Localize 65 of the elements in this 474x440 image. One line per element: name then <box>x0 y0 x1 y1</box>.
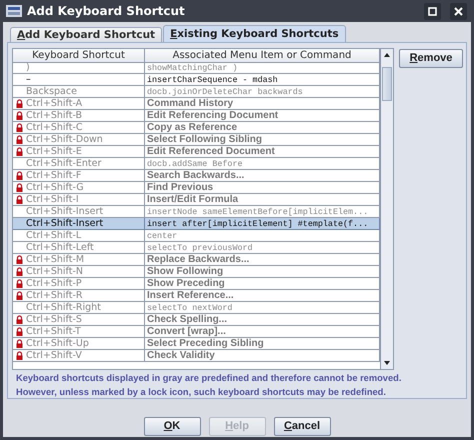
command-cell[interactable]: docb.addSame Before <box>145 158 380 170</box>
shortcut-cell[interactable]: Ctrl+Shift-P <box>13 278 145 290</box>
shortcut-cell[interactable]: Ctrl+Shift-N <box>13 266 145 278</box>
maximize-icon <box>428 6 437 16</box>
command-cell[interactable]: Check Validity <box>145 350 380 362</box>
close-icon <box>454 6 463 16</box>
shortcut-cell[interactable]: Ctrl+Shift-A <box>13 98 145 110</box>
column-header[interactable]: Associated Menu Item or Command <box>145 49 380 63</box>
command-cell[interactable]: Select Preceding Sibling <box>145 338 380 350</box>
command-cell[interactable]: Check Spelling... <box>145 314 380 326</box>
shortcut-cell[interactable]: Ctrl+Shift-V <box>13 350 145 362</box>
tab[interactable]: Add Keyboard Shortcut <box>10 27 162 42</box>
scroll-thumb[interactable] <box>382 67 392 101</box>
command-cell[interactable]: Show Preceding <box>145 278 380 290</box>
command-cell[interactable]: Edit Referenced Document <box>145 146 380 158</box>
ok-button[interactable]: OK <box>144 416 200 436</box>
command-cell[interactable]: Show Following <box>145 266 380 278</box>
command-cell[interactable]: selectTo nextWord <box>145 302 380 314</box>
shortcut-cell[interactable]: Ctrl+Shift-Left <box>13 242 145 254</box>
command-cell[interactable]: Convert [wrap]... <box>145 326 380 338</box>
window-title: Add Keyboard Shortcut <box>27 4 186 18</box>
shortcut-cell[interactable]: Ctrl+Shift-B <box>13 110 145 122</box>
command-cell[interactable]: Select Following Sibling <box>145 134 380 146</box>
shortcut-cell[interactable]: Ctrl+Shift-Down <box>13 134 145 146</box>
command-cell[interactable]: Find Previous <box>145 182 380 194</box>
command-cell[interactable]: Edit Referencing Document <box>145 110 380 122</box>
shortcut-cell[interactable]: ) <box>13 62 145 74</box>
remove-button[interactable]: Remove <box>399 48 463 68</box>
shortcut-cell[interactable]: Ctrl+Shift-Up <box>13 338 145 350</box>
tab[interactable]: Existing Keyboard Shortcuts <box>163 25 346 42</box>
command-cell[interactable]: Replace Backwards... <box>145 254 380 266</box>
shortcut-cell[interactable]: Ctrl+Shift-G <box>13 182 145 194</box>
column-header[interactable]: Keyboard Shortcut <box>13 49 145 63</box>
shortcut-cell[interactable]: Ctrl+Shift-L <box>13 230 145 242</box>
shortcut-cell[interactable]: Ctrl+Shift-Insert <box>13 218 145 230</box>
command-cell[interactable]: Insert/Edit Formula <box>145 194 380 206</box>
cancel-button[interactable]: Cancel <box>274 416 330 436</box>
note-text: However, unless marked by a lock icon, such keyboard shortcuts may be redefined. <box>16 387 387 398</box>
command-cell[interactable]: docb.joinOrDeleteChar backwards <box>145 86 380 98</box>
shortcut-cell[interactable]: Ctrl+Shift-S <box>13 314 145 326</box>
shortcut-cell[interactable]: Backspace <box>13 86 145 98</box>
close-button[interactable] <box>450 2 467 20</box>
shortcut-cell[interactable]: Ctrl+Shift-I <box>13 194 145 206</box>
command-cell[interactable]: Search Backwards... <box>145 170 380 182</box>
shortcut-cell[interactable]: Ctrl+Shift-F <box>13 170 145 182</box>
command-cell[interactable]: insertCharSequence - mdash <box>145 74 380 86</box>
shortcut-cell[interactable]: Ctrl+Shift-C <box>13 122 145 134</box>
command-cell[interactable]: showMatchingChar ) <box>145 62 380 74</box>
command-cell[interactable]: Command History <box>145 98 380 110</box>
command-cell[interactable]: center <box>145 230 380 242</box>
shortcut-cell[interactable]: Ctrl+Shift-T <box>13 326 145 338</box>
app-icon <box>6 4 22 18</box>
shortcut-cell[interactable]: Ctrl+Shift-R <box>13 290 145 302</box>
shortcut-cell[interactable]: – <box>13 74 145 86</box>
command-cell[interactable]: selectTo previousWord <box>145 242 380 254</box>
shortcut-cell[interactable]: Ctrl+Shift-M <box>13 254 145 266</box>
scrollbar[interactable] <box>380 49 393 369</box>
shortcut-cell[interactable]: Ctrl+Shift-E <box>13 146 145 158</box>
shortcut-cell[interactable]: Ctrl+Shift-Enter <box>13 158 145 170</box>
command-cell[interactable]: insert after[implicitElement] #template(f... <box>145 218 380 230</box>
maximize-button[interactable] <box>424 2 441 20</box>
command-cell[interactable]: Copy as Reference <box>145 122 380 134</box>
shortcut-cell[interactable]: Ctrl+Shift-Right <box>13 302 145 314</box>
command-cell[interactable]: Insert Reference... <box>145 290 380 302</box>
note-text: Keyboard shortcuts displayed in gray are predefined and therefore cannot be removed. <box>16 373 402 384</box>
